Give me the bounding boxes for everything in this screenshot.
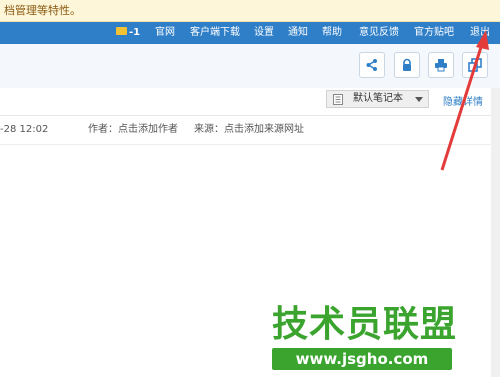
watermark-url: www.jsgho.com [272,348,452,370]
watermark-logo: 技术员联盟 [272,304,458,345]
